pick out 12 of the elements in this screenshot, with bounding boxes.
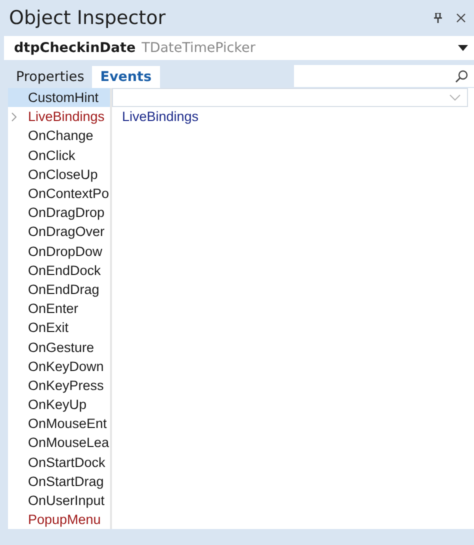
component-selector[interactable]: dtpCheckinDate TDateTimePicker [4, 36, 474, 60]
expand-chevron-icon[interactable] [11, 112, 17, 122]
property-name[interactable]: CustomHint [8, 88, 112, 108]
tab[interactable]: Properties [8, 66, 92, 88]
dropdown-arrow-icon[interactable] [458, 45, 468, 51]
search-field[interactable] [294, 65, 474, 87]
close-icon[interactable] [456, 13, 466, 23]
tab[interactable]: Events [92, 66, 160, 88]
pin-icon[interactable] [434, 13, 442, 23]
property-value[interactable]: LiveBindings [122, 109, 199, 124]
search-icon [455, 70, 468, 82]
panel-title: Object Inspector [9, 7, 166, 29]
